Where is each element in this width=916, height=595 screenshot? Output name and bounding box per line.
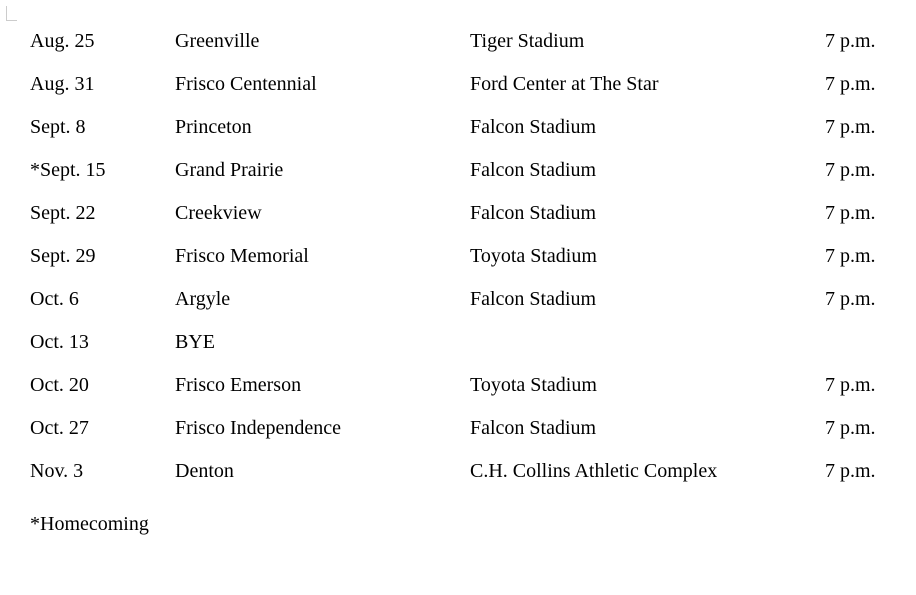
cell-time: 7 p.m. bbox=[825, 106, 886, 149]
cell-date: Aug. 31 bbox=[30, 63, 175, 106]
cell-location: Tiger Stadium bbox=[470, 20, 825, 63]
cell-date: Aug. 25 bbox=[30, 20, 175, 63]
cell-opponent: Frisco Independence bbox=[175, 407, 470, 450]
table-row: Oct. 20 Frisco Emerson Toyota Stadium 7 … bbox=[30, 364, 886, 407]
cell-date: Nov. 3 bbox=[30, 450, 175, 493]
cell-date: Oct. 27 bbox=[30, 407, 175, 450]
cell-time: 7 p.m. bbox=[825, 450, 886, 493]
schedule-table: Aug. 25 Greenville Tiger Stadium 7 p.m. … bbox=[30, 20, 886, 493]
cell-time: 7 p.m. bbox=[825, 278, 886, 321]
cell-opponent: Creekview bbox=[175, 192, 470, 235]
cell-time: 7 p.m. bbox=[825, 192, 886, 235]
table-row: Nov. 3 Denton C.H. Collins Athletic Comp… bbox=[30, 450, 886, 493]
cell-date: Oct. 6 bbox=[30, 278, 175, 321]
footnote: *Homecoming bbox=[30, 503, 886, 546]
cell-opponent: Grand Prairie bbox=[175, 149, 470, 192]
cell-opponent: Princeton bbox=[175, 106, 470, 149]
cell-location: Falcon Stadium bbox=[470, 106, 825, 149]
cell-opponent: BYE bbox=[175, 321, 470, 364]
cell-opponent: Frisco Memorial bbox=[175, 235, 470, 278]
cell-location: Falcon Stadium bbox=[470, 149, 825, 192]
cell-location: C.H. Collins Athletic Complex bbox=[470, 450, 825, 493]
cell-date: Sept. 29 bbox=[30, 235, 175, 278]
table-row: Sept. 22 Creekview Falcon Stadium 7 p.m. bbox=[30, 192, 886, 235]
cell-time: 7 p.m. bbox=[825, 63, 886, 106]
cell-location: Toyota Stadium bbox=[470, 364, 825, 407]
cell-location: Falcon Stadium bbox=[470, 278, 825, 321]
table-row: Sept. 29 Frisco Memorial Toyota Stadium … bbox=[30, 235, 886, 278]
table-row: Aug. 31 Frisco Centennial Ford Center at… bbox=[30, 63, 886, 106]
cell-location: Toyota Stadium bbox=[470, 235, 825, 278]
table-row: Oct. 6 Argyle Falcon Stadium 7 p.m. bbox=[30, 278, 886, 321]
cell-date: Sept. 22 bbox=[30, 192, 175, 235]
cell-opponent: Argyle bbox=[175, 278, 470, 321]
cell-time: 7 p.m. bbox=[825, 20, 886, 63]
cell-time: 7 p.m. bbox=[825, 364, 886, 407]
cell-opponent: Frisco Emerson bbox=[175, 364, 470, 407]
cell-opponent: Greenville bbox=[175, 20, 470, 63]
cell-date: Oct. 20 bbox=[30, 364, 175, 407]
table-row: Oct. 13 BYE bbox=[30, 321, 886, 364]
page-corner-mark bbox=[6, 6, 17, 21]
cell-time: 7 p.m. bbox=[825, 149, 886, 192]
cell-opponent: Frisco Centennial bbox=[175, 63, 470, 106]
cell-location bbox=[470, 321, 825, 364]
cell-opponent: Denton bbox=[175, 450, 470, 493]
cell-date: Oct. 13 bbox=[30, 321, 175, 364]
cell-date: *Sept. 15 bbox=[30, 149, 175, 192]
table-row: Aug. 25 Greenville Tiger Stadium 7 p.m. bbox=[30, 20, 886, 63]
table-row: *Sept. 15 Grand Prairie Falcon Stadium 7… bbox=[30, 149, 886, 192]
cell-time: 7 p.m. bbox=[825, 235, 886, 278]
cell-location: Ford Center at The Star bbox=[470, 63, 825, 106]
table-row: Oct. 27 Frisco Independence Falcon Stadi… bbox=[30, 407, 886, 450]
cell-location: Falcon Stadium bbox=[470, 192, 825, 235]
table-row: Sept. 8 Princeton Falcon Stadium 7 p.m. bbox=[30, 106, 886, 149]
cell-date: Sept. 8 bbox=[30, 106, 175, 149]
cell-time bbox=[825, 321, 886, 364]
cell-time: 7 p.m. bbox=[825, 407, 886, 450]
cell-location: Falcon Stadium bbox=[470, 407, 825, 450]
